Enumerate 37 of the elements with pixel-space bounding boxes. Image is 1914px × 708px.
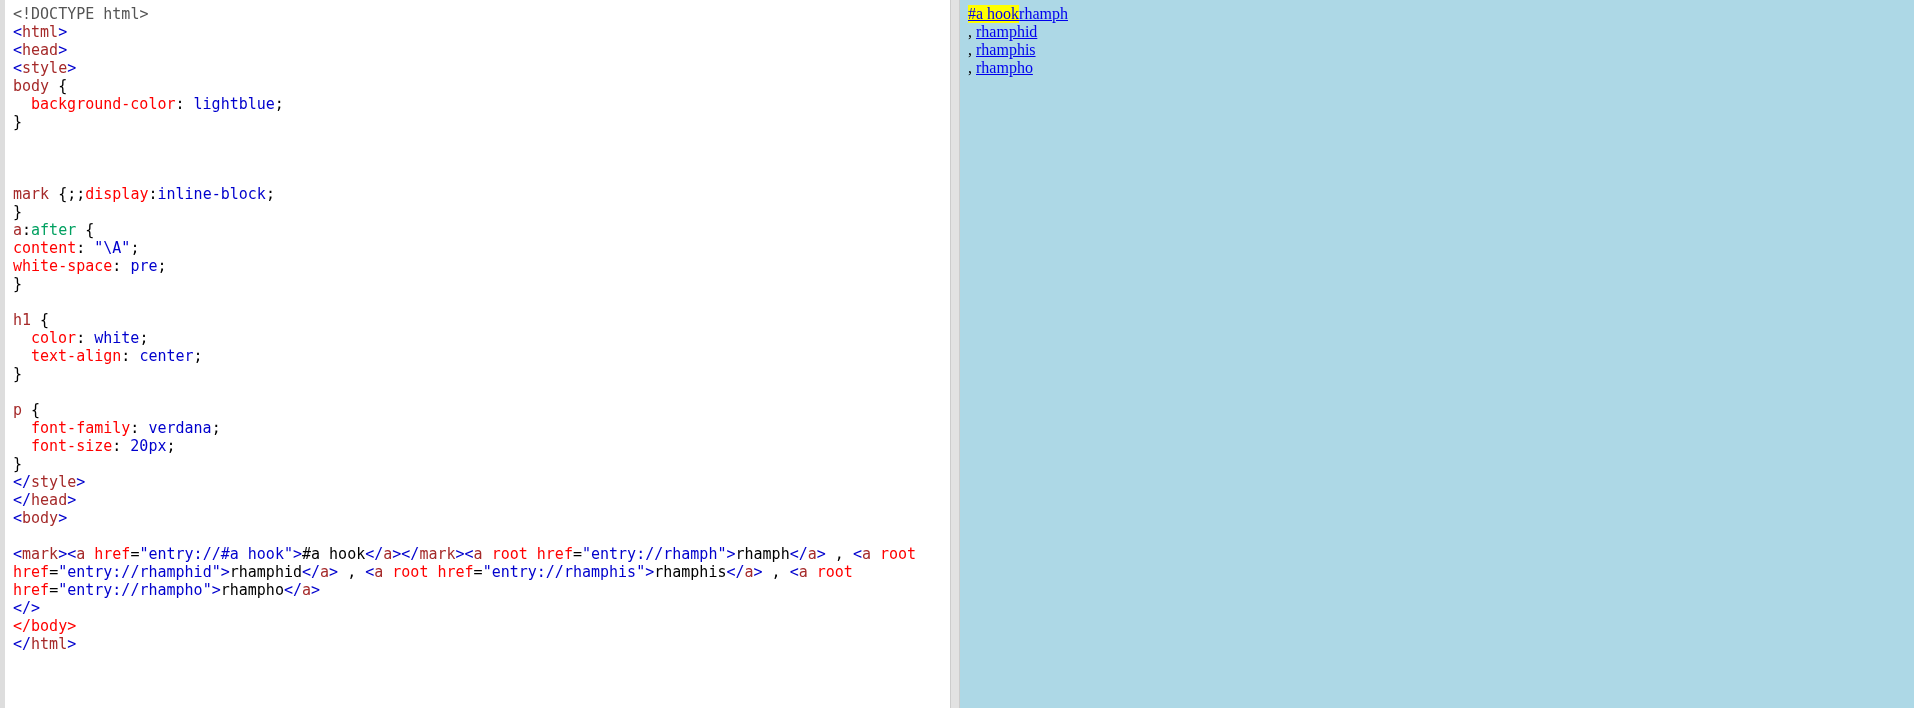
code-line: text-align: center; bbox=[31, 347, 203, 365]
code-line: </style> bbox=[13, 473, 86, 491]
code-line: } bbox=[13, 203, 23, 221]
code-line: href="entry://rhamphid">rhamphid</a> , <a root href="entry://rhamphis">rhamphis</a> , <a root bbox=[13, 563, 853, 581]
link[interactable]: rhamphid bbox=[976, 23, 1038, 41]
link[interactable]: rhamph bbox=[1019, 5, 1068, 23]
code-line: <body> bbox=[13, 509, 68, 527]
code-line: </> bbox=[13, 599, 41, 617]
code-line: <style> bbox=[13, 59, 77, 77]
code-line: } bbox=[13, 365, 23, 383]
code-line: <html> bbox=[13, 23, 68, 41]
separator-text: , bbox=[968, 41, 973, 59]
code-line: h1 { bbox=[13, 311, 50, 329]
separator-text: , bbox=[968, 23, 973, 41]
code-line: } bbox=[13, 113, 23, 131]
link[interactable]: rhampho bbox=[976, 59, 1033, 77]
code-line: } bbox=[13, 455, 23, 473]
code-line: a:after { bbox=[13, 221, 95, 239]
code-line: background-color: lightblue; bbox=[31, 95, 284, 113]
separator-text: , bbox=[968, 59, 973, 77]
code-line: </body> bbox=[13, 617, 77, 635]
code-line: white-space: pre; bbox=[13, 257, 167, 275]
code-line: font-family: verdana; bbox=[31, 419, 221, 437]
code-line: p { bbox=[13, 401, 41, 419]
link[interactable]: rhamphis bbox=[976, 41, 1036, 59]
code-line: href="entry://rhampho">rhampho</a> bbox=[13, 581, 321, 599]
code-line: </html> bbox=[13, 635, 77, 653]
code-line: </head> bbox=[13, 491, 77, 509]
code-line: content: "\A"; bbox=[13, 239, 140, 257]
code-line: <mark><a href="entry://#a hook">#a hook</a></mark><a root href="entry://rhamph">rhamph</a> , <a root bbox=[13, 545, 917, 563]
code-line: } bbox=[13, 275, 23, 293]
code-line: mark {;;display:inline-block; bbox=[13, 185, 275, 203]
code-line: <!DOCTYPE html> bbox=[13, 5, 149, 23]
code-line: body { bbox=[13, 77, 68, 95]
code-line: color: white; bbox=[31, 329, 149, 347]
code-line: font-size: 20px; bbox=[31, 437, 176, 455]
code-line: <head> bbox=[13, 41, 68, 59]
